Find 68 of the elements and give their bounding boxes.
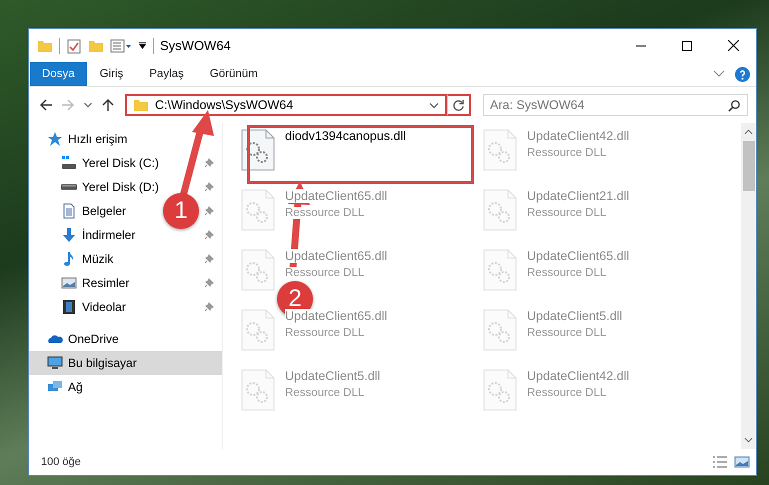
window-title: SysWOW64	[160, 38, 231, 53]
film-icon	[61, 299, 77, 315]
caret-icon[interactable]	[138, 41, 147, 50]
address-field[interactable]: C:\Windows\SysWOW64	[125, 94, 447, 116]
folder-icon	[133, 97, 149, 113]
document-icon	[61, 203, 77, 219]
file-gears-icon	[483, 249, 517, 291]
file-gears-icon	[241, 189, 275, 231]
chevron-down-icon[interactable]	[83, 102, 93, 108]
sidebar-item[interactable]: Videolar	[82, 300, 126, 314]
ribbon-tab[interactable]: Dosya	[30, 62, 87, 86]
checklist-icon	[66, 38, 82, 54]
file-type: Ressource DLL	[527, 207, 606, 219]
sidebar-item[interactable]: Müzik	[82, 252, 114, 266]
search-field[interactable]: Ara: SysWOW64	[483, 94, 748, 116]
item-count: 100 öğe	[41, 456, 81, 468]
star-icon	[47, 131, 63, 147]
down-arrow-icon	[61, 227, 77, 243]
sidebar-item[interactable]: Ağ	[29, 375, 222, 399]
refresh-icon	[452, 98, 465, 112]
file-gears-icon	[241, 309, 275, 351]
help-icon[interactable]	[735, 66, 750, 82]
file-gears-icon	[483, 129, 517, 171]
file-type: Ressource DLL	[285, 387, 364, 399]
chevron-up-icon[interactable]	[744, 129, 753, 135]
details-view-icon[interactable]	[712, 456, 728, 468]
file-type: Ressource DLL	[527, 147, 606, 159]
file-gears-icon	[241, 249, 275, 291]
back-arrow-icon[interactable]	[39, 98, 53, 112]
chevron-down-icon[interactable]	[744, 437, 753, 443]
file-type: Ressource DLL	[527, 267, 606, 279]
file-gears-icon	[483, 369, 517, 411]
file-gears-icon	[483, 309, 517, 351]
file-type: Ressource DLL	[527, 327, 606, 339]
file-type: Ressource DLL	[285, 207, 364, 219]
drive-icon	[61, 184, 77, 190]
large-icons-view-icon[interactable]	[734, 456, 750, 468]
sidebar-item[interactable]: Yerel Disk (D:)	[82, 180, 159, 194]
ribbon-tab[interactable]: Paylaş	[136, 62, 197, 86]
sidebar-item[interactable]: Resimler	[82, 276, 130, 290]
file-type: Ressource DLL	[285, 327, 364, 339]
picture-icon	[61, 275, 77, 291]
ribbon-tab[interactable]: Giriş	[86, 62, 136, 86]
properties-icon	[110, 38, 132, 54]
sidebar-item[interactable]: OneDrive	[29, 327, 222, 351]
scrollbar[interactable]	[741, 123, 756, 449]
drive-icon	[61, 155, 77, 171]
search-icon	[728, 99, 741, 112]
address-path: C:\Windows\SysWOW64	[155, 98, 294, 112]
file-gears-icon	[483, 189, 517, 231]
file-gears-icon	[241, 369, 275, 411]
sidebar-item[interactable]: Belgeler	[82, 204, 126, 218]
sidebar-item[interactable]: Bu bilgisayar	[29, 351, 222, 375]
computer-icon	[47, 355, 63, 371]
refresh-button[interactable]	[447, 94, 471, 116]
up-arrow-icon[interactable]	[101, 98, 115, 112]
chevron-down-icon[interactable]	[429, 102, 439, 108]
sidebar-item[interactable]: Hızlı erişim	[29, 127, 222, 151]
sidebar-item[interactable]: Yerel Disk (C:)	[82, 156, 159, 170]
file-type: Ressource DLL	[285, 267, 364, 279]
ribbon-tab[interactable]: Görünüm	[196, 62, 271, 86]
file-type: Ressource DLL	[527, 387, 606, 399]
maximize-icon	[682, 40, 692, 50]
file-name[interactable]: diodv1394canopus.dll	[285, 129, 406, 143]
close-icon	[728, 40, 738, 51]
file-gears-icon	[241, 129, 275, 171]
scrollbar-thumb[interactable]	[742, 141, 754, 191]
sidebar-item[interactable]: İndirmeler	[82, 228, 136, 242]
